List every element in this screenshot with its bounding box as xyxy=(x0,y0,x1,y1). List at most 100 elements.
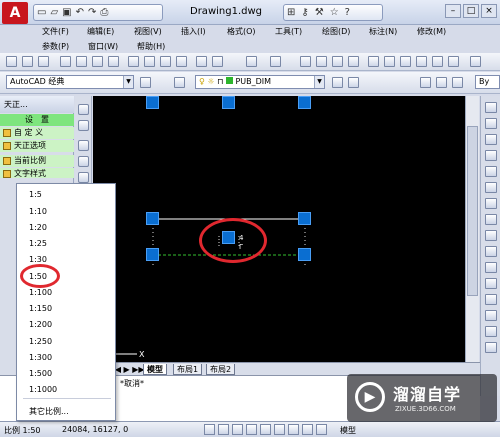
tool-icon[interactable] xyxy=(78,104,89,115)
menu-view[interactable]: 视图(V) xyxy=(134,26,162,37)
star-icon[interactable]: ☆ xyxy=(330,7,339,18)
join-icon[interactable] xyxy=(485,294,497,305)
help-icon[interactable] xyxy=(470,56,481,67)
pan-icon[interactable] xyxy=(300,56,311,67)
menu-edit[interactable]: 编辑(E) xyxy=(87,26,114,37)
brush-icon[interactable] xyxy=(196,56,207,67)
lineweight-icon[interactable] xyxy=(316,424,327,435)
trim-icon[interactable] xyxy=(485,246,497,257)
scale-option[interactable]: 1:300 xyxy=(29,353,52,362)
other-scale-option[interactable]: 其它比例... xyxy=(29,406,69,417)
erase-icon[interactable] xyxy=(485,102,497,113)
scale-option[interactable]: 1:500 xyxy=(29,369,52,378)
save-icon[interactable]: ▣ xyxy=(62,7,71,18)
match-icon[interactable] xyxy=(176,56,187,67)
menu-modify[interactable]: 修改(M) xyxy=(417,26,446,37)
help-icon[interactable]: ? xyxy=(345,7,350,18)
menu-file[interactable]: 文件(F) xyxy=(42,26,69,37)
layer-state-icon[interactable] xyxy=(420,77,431,88)
move-icon[interactable] xyxy=(485,182,497,193)
stretch-icon[interactable] xyxy=(485,230,497,241)
undo-icon[interactable] xyxy=(246,56,257,67)
options-item[interactable]: 天正选项 xyxy=(0,140,74,152)
grid-icon[interactable] xyxy=(218,424,229,435)
menu-window[interactable]: 窗口(W) xyxy=(88,41,118,52)
status-model[interactable]: 模型 xyxy=(340,425,356,436)
markup-icon[interactable] xyxy=(432,56,443,67)
drawing-canvas[interactable]: 4 Γ X xyxy=(93,96,465,362)
custom-item[interactable]: 自 定 义 xyxy=(0,127,74,139)
scale-option[interactable]: 1:25 xyxy=(29,239,47,248)
close-button[interactable]: × xyxy=(481,4,497,18)
grip-handle[interactable] xyxy=(222,96,235,109)
maximize-button[interactable]: □ xyxy=(463,4,479,18)
scale-option[interactable]: 1:250 xyxy=(29,337,52,346)
grip-handle[interactable] xyxy=(146,96,159,109)
snap-icon[interactable] xyxy=(204,424,215,435)
print-icon[interactable] xyxy=(60,56,71,67)
ducs-icon[interactable] xyxy=(288,424,299,435)
scale-option[interactable]: 1:30 xyxy=(29,255,47,264)
layer-isolate-icon[interactable] xyxy=(436,77,447,88)
break-icon[interactable] xyxy=(485,278,497,289)
autocad-logo-button[interactable]: A xyxy=(2,2,28,24)
properties-icon[interactable] xyxy=(368,56,379,67)
wrench-icon[interactable]: ⚒ xyxy=(315,7,324,18)
layer-combo[interactable]: ♀ ☼ ⊓ PUB_DIM ▼ xyxy=(195,75,325,89)
zoom-previous-icon[interactable] xyxy=(348,56,359,67)
layer-previous-icon[interactable] xyxy=(348,77,359,88)
layer-walk-icon[interactable] xyxy=(452,77,463,88)
scale-option[interactable]: 1:1000 xyxy=(29,385,57,394)
redo-icon[interactable] xyxy=(270,56,281,67)
ortho-icon[interactable] xyxy=(232,424,243,435)
copy-object-icon[interactable] xyxy=(485,118,497,129)
chamfer-icon[interactable] xyxy=(485,310,497,321)
rotate-icon[interactable] xyxy=(485,198,497,209)
otrack-icon[interactable] xyxy=(274,424,285,435)
menu-draw[interactable]: 绘图(D) xyxy=(322,26,350,37)
tool-icon[interactable] xyxy=(78,140,89,151)
offset-icon[interactable] xyxy=(485,150,497,161)
publish-icon[interactable] xyxy=(92,56,103,67)
new-file-icon[interactable]: ▭ xyxy=(37,7,46,18)
menu-insert[interactable]: 插入(I) xyxy=(181,26,206,37)
current-scale-item[interactable]: 当前比例 xyxy=(0,155,74,167)
menu-parameter[interactable]: 参数(P) xyxy=(42,41,69,52)
dyn-icon[interactable] xyxy=(302,424,313,435)
make-current-icon[interactable] xyxy=(332,77,343,88)
grip-handle[interactable] xyxy=(146,248,159,261)
tool-icon[interactable] xyxy=(78,120,89,131)
scale-option[interactable]: 1:200 xyxy=(29,320,52,329)
binoculars-icon[interactable]: ⊞ xyxy=(287,7,295,18)
design-center-icon[interactable] xyxy=(384,56,395,67)
plot-icon[interactable] xyxy=(108,56,119,67)
color-combo[interactable]: By xyxy=(475,75,500,89)
scale-option[interactable]: 1:5 xyxy=(29,190,42,199)
cut-icon[interactable] xyxy=(128,56,139,67)
open-icon[interactable] xyxy=(22,56,33,67)
grip-handle[interactable] xyxy=(146,212,159,225)
array-icon[interactable] xyxy=(485,166,497,177)
tab-layout2[interactable]: 布局2 xyxy=(206,364,236,375)
tool-icon[interactable] xyxy=(78,156,89,167)
scale-option[interactable]: 1:100 xyxy=(29,288,52,297)
fillet-icon[interactable] xyxy=(485,326,497,337)
grip-handle[interactable] xyxy=(298,96,311,109)
workspace-settings-icon[interactable] xyxy=(140,77,151,88)
scale-option[interactable]: 1:20 xyxy=(29,223,47,232)
explode-icon[interactable] xyxy=(485,342,497,353)
key-icon[interactable]: ⚷ xyxy=(301,7,308,18)
layer-manager-icon[interactable] xyxy=(174,77,185,88)
print-icon[interactable]: ⎙ xyxy=(100,7,108,18)
zoom-realtime-icon[interactable] xyxy=(316,56,327,67)
calc-icon[interactable] xyxy=(448,56,459,67)
tool-palette-icon[interactable] xyxy=(400,56,411,67)
polar-icon[interactable] xyxy=(246,424,257,435)
save-icon[interactable] xyxy=(38,56,49,67)
preview-icon[interactable] xyxy=(76,56,87,67)
redo-icon[interactable]: ↷ xyxy=(88,7,96,18)
menu-help[interactable]: 帮助(H) xyxy=(137,41,165,52)
menu-tools[interactable]: 工具(T) xyxy=(275,26,302,37)
undo-icon[interactable]: ↶ xyxy=(76,7,84,18)
tab-layout1[interactable]: 布局1 xyxy=(173,364,203,375)
